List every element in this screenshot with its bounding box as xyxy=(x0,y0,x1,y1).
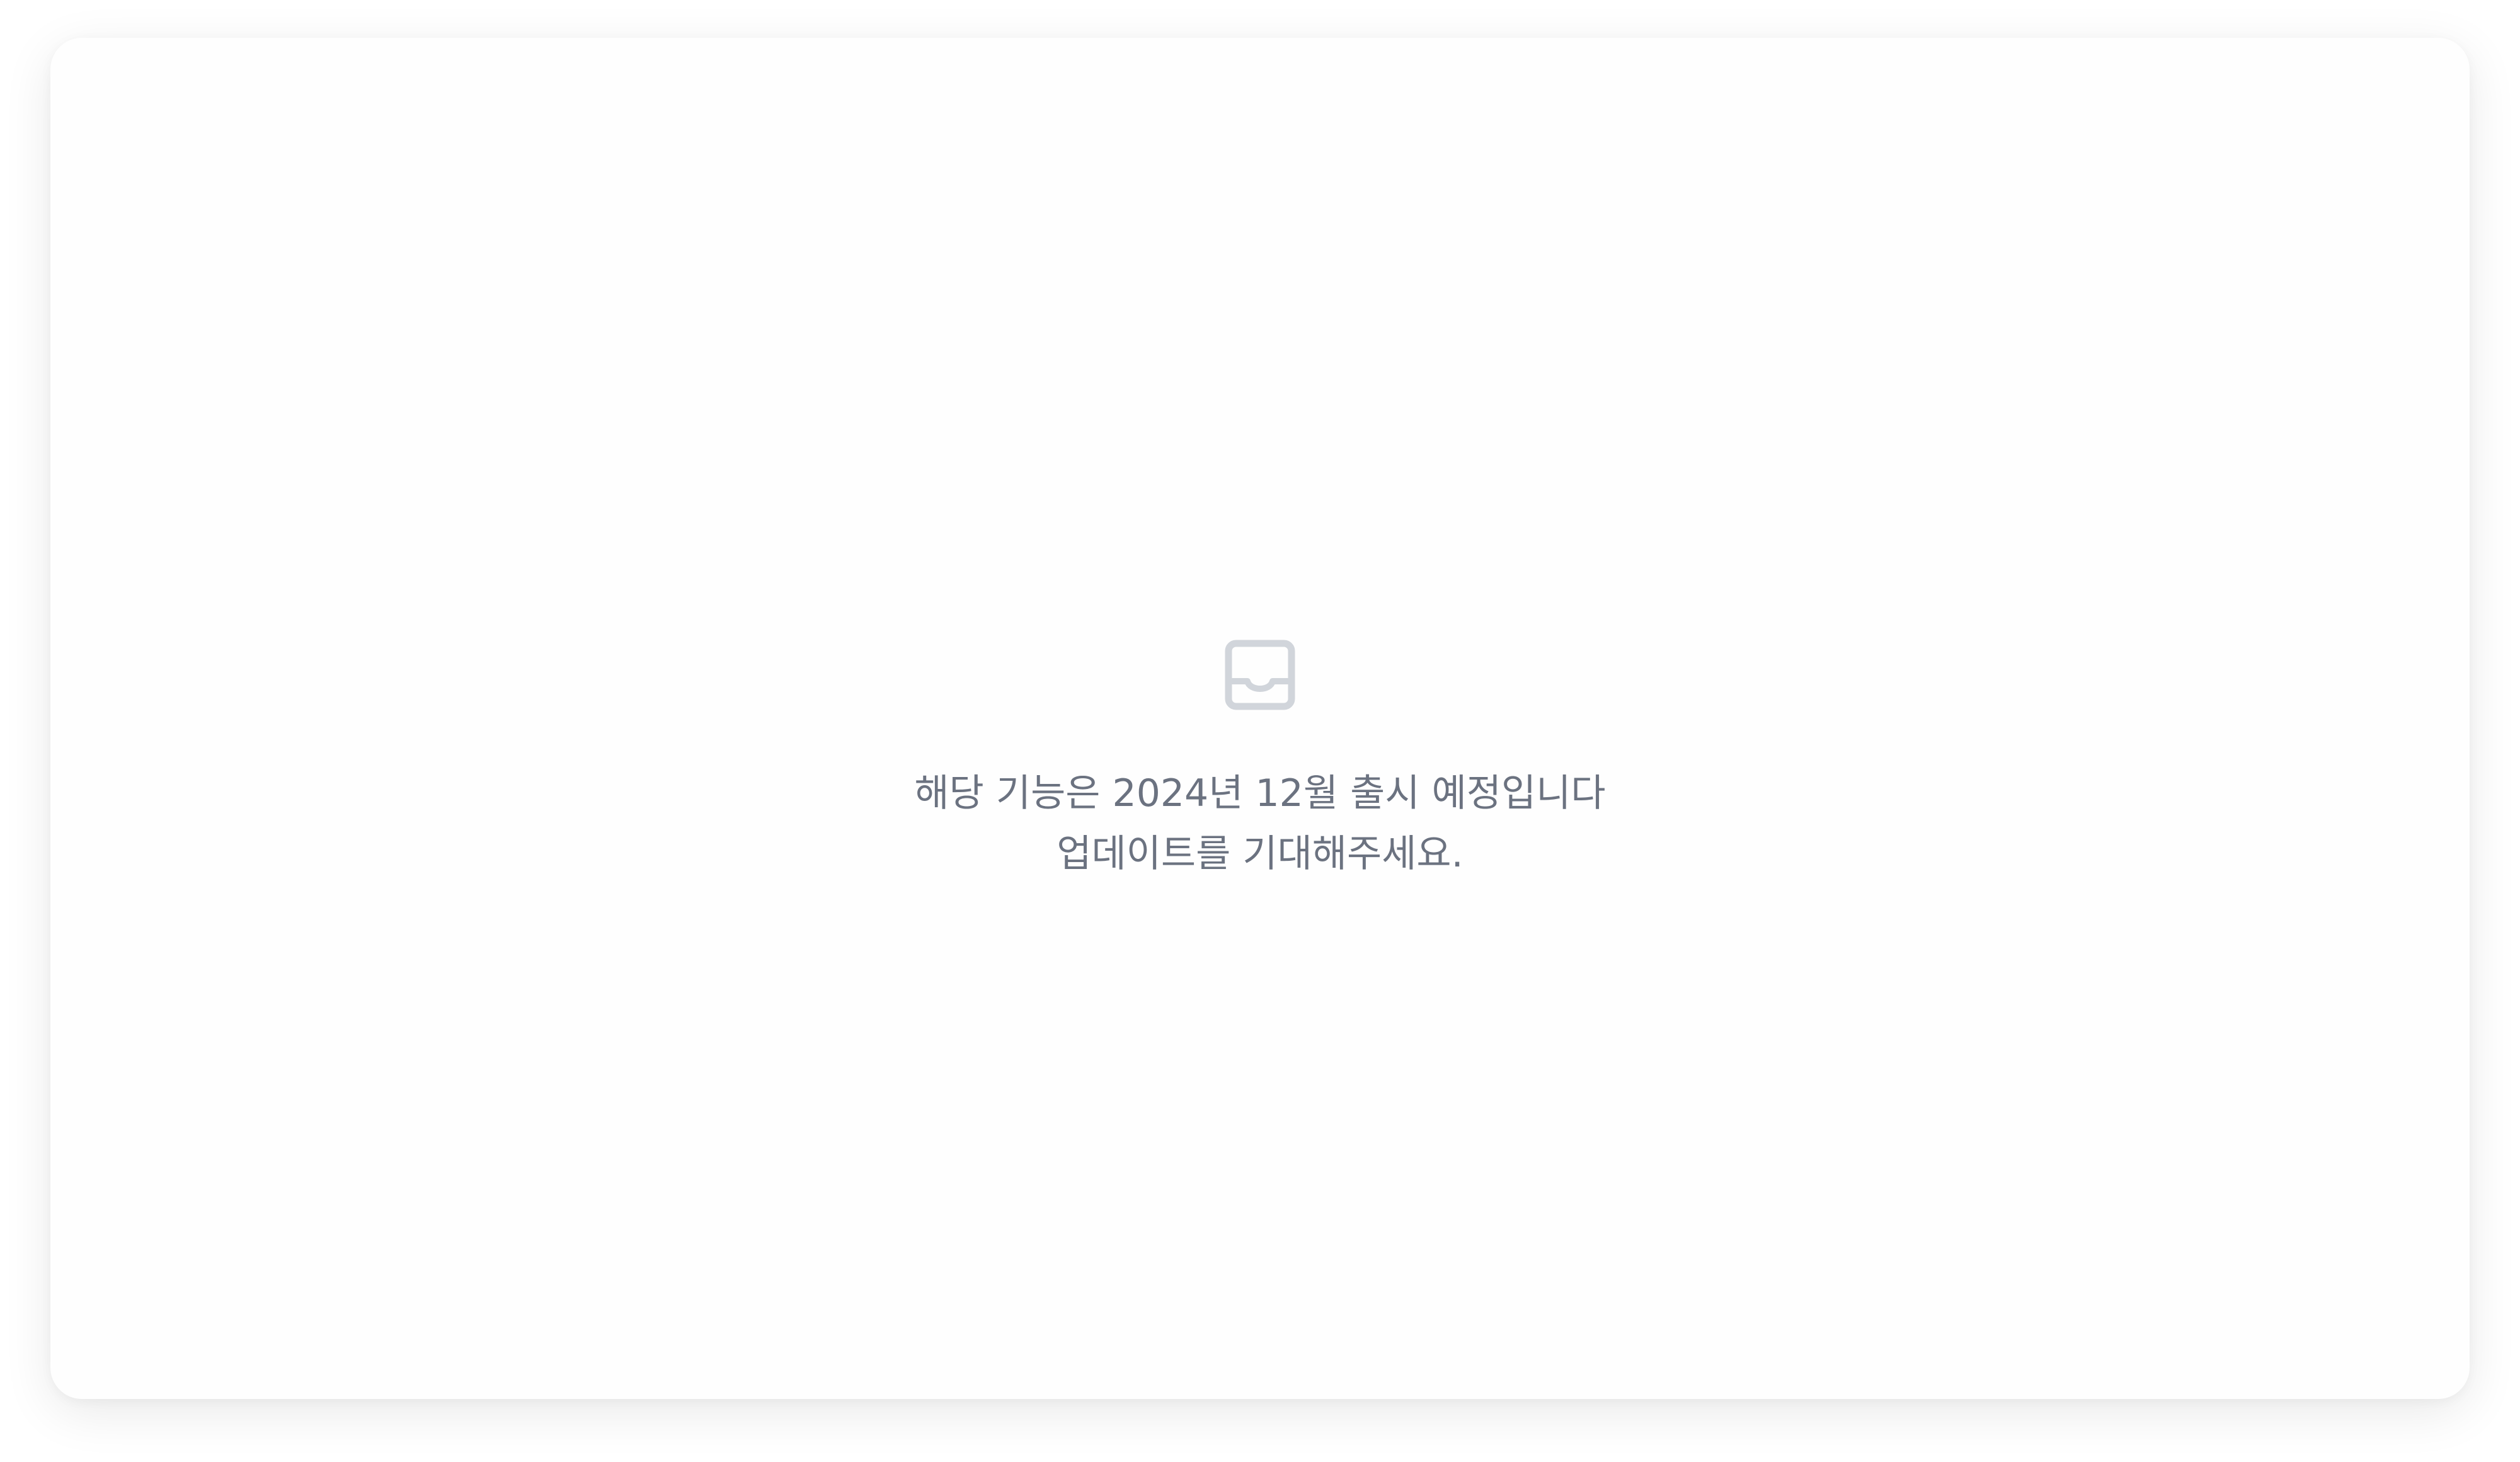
page: 해당 기능은 2024년 12월 출시 예정입니다 업데이트를 기대해주세요. xyxy=(0,0,2520,1462)
inbox-tray-icon xyxy=(1225,640,1295,710)
coming-soon-text: 해당 기능은 2024년 12월 출시 예정입니다 xyxy=(914,771,1606,815)
empty-state: 해당 기능은 2024년 12월 출시 예정입니다 업데이트를 기대해주세요. xyxy=(50,640,2470,884)
empty-state-card: 해당 기능은 2024년 12월 출시 예정입니다 업데이트를 기대해주세요. xyxy=(50,38,2470,1399)
empty-state-message: 해당 기능은 2024년 12월 출시 예정입니다 업데이트를 기대해주세요. xyxy=(914,763,1605,884)
stay-tuned-text: 업데이트를 기대해주세요. xyxy=(1057,832,1463,876)
